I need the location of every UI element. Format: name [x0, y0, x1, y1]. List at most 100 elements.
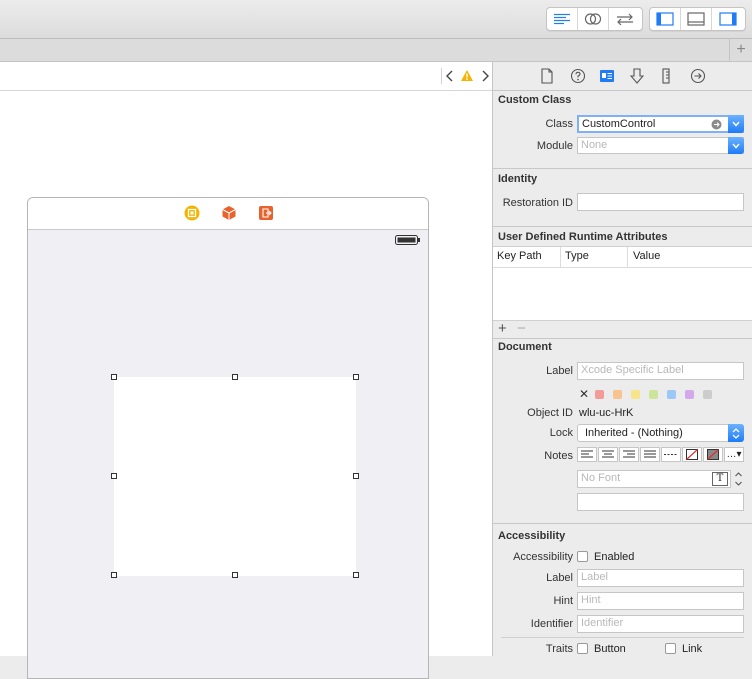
label-color-gray[interactable]: [703, 390, 712, 399]
no-color-button[interactable]: [682, 447, 702, 462]
identifier-field[interactable]: Identifier: [577, 615, 744, 633]
chevron-down-icon: [732, 121, 740, 127]
dashed-line-icon: [664, 454, 678, 455]
clear-label-color-button[interactable]: ✕: [579, 387, 589, 401]
label-color-purple[interactable]: [685, 390, 694, 399]
resize-handle-right[interactable]: [353, 473, 359, 479]
font-placeholder: No Font: [581, 472, 621, 484]
standard-editor-button[interactable]: [547, 8, 578, 30]
version-editor-button[interactable]: [609, 8, 640, 30]
align-left-button[interactable]: [577, 447, 597, 462]
up-down-stepper-icon: [735, 472, 742, 486]
section-separator: [493, 523, 752, 524]
accessibility-label-label: Label: [546, 572, 573, 584]
warning-button[interactable]: [460, 69, 474, 85]
exit-icon-button[interactable]: [258, 205, 274, 224]
resize-handle-left[interactable]: [111, 473, 117, 479]
custom-control-view[interactable]: [114, 377, 356, 576]
label-color-blue[interactable]: [667, 390, 676, 399]
accessibility-enabled-checkbox[interactable]: [577, 551, 588, 562]
module-combo-box[interactable]: None: [577, 137, 744, 154]
align-left-icon: [581, 450, 593, 458]
restoration-id-field[interactable]: [577, 193, 744, 211]
column-header-type[interactable]: Type: [565, 250, 589, 262]
document-label-field[interactable]: Xcode Specific Label: [577, 362, 744, 380]
trait-button-checkbox[interactable]: [577, 643, 588, 654]
assistant-editor-icon: [584, 13, 602, 25]
debug-area-toggle-button[interactable]: [681, 8, 712, 30]
add-tab-button[interactable]: +: [729, 39, 752, 61]
lock-popup-button[interactable]: Inherited - (Nothing): [577, 424, 744, 442]
storyboard-canvas[interactable]: [0, 91, 492, 679]
class-combo-box[interactable]: CustomControl: [577, 115, 744, 133]
resize-handle-bottom-right[interactable]: [353, 572, 359, 578]
view-controller-icon-button[interactable]: [184, 205, 200, 224]
remove-attribute-button[interactable]: −: [517, 320, 526, 337]
resize-handle-bottom-left[interactable]: [111, 572, 117, 578]
align-right-button[interactable]: [619, 447, 639, 462]
class-dropdown-button[interactable]: [728, 115, 744, 133]
document-section-title: Document: [498, 341, 552, 353]
next-issue-button[interactable]: [480, 69, 490, 86]
identifier-label: Identifier: [530, 618, 573, 630]
more-format-options-button[interactable]: …▾: [724, 447, 744, 462]
identity-inspector-tab[interactable]: [599, 68, 615, 87]
debug-panel-icon: [687, 12, 705, 26]
navigator-toggle-button[interactable]: [650, 8, 681, 30]
utilities-inspector: Custom Class Class CustomControl Module …: [493, 62, 752, 656]
hint-field[interactable]: Hint: [577, 592, 744, 610]
font-size-stepper[interactable]: [734, 471, 743, 490]
column-header-key-path[interactable]: Key Path: [497, 250, 542, 262]
view-controller-scene[interactable]: [27, 197, 429, 679]
utilities-toggle-button[interactable]: [712, 8, 743, 30]
label-color-red[interactable]: [595, 390, 604, 399]
resize-handle-top[interactable]: [232, 374, 238, 380]
notes-text-area[interactable]: [577, 493, 744, 511]
accessibility-label-placeholder: Label: [581, 571, 608, 583]
version-editor-icon: [616, 13, 633, 25]
resize-handle-top-left[interactable]: [111, 374, 117, 380]
document-label-placeholder: Xcode Specific Label: [581, 364, 684, 376]
document-label-label: Label: [546, 365, 573, 377]
connections-inspector-tab[interactable]: [690, 68, 706, 87]
size-inspector-tab[interactable]: [661, 68, 671, 87]
trait-link-checkbox[interactable]: [665, 643, 676, 654]
restoration-id-label: Restoration ID: [502, 197, 573, 209]
align-justify-icon: [644, 450, 656, 458]
label-color-green[interactable]: [649, 390, 658, 399]
align-center-button[interactable]: [598, 447, 618, 462]
file-inspector-tab[interactable]: [540, 68, 554, 87]
trait-link-label: Link: [682, 643, 703, 655]
no-color-icon: [686, 449, 698, 460]
question-mark-icon: [570, 68, 586, 84]
identifier-placeholder: Identifier: [581, 617, 624, 629]
section-separator: [493, 338, 752, 339]
previous-issue-button[interactable]: [445, 69, 455, 86]
first-responder-icon-button[interactable]: [221, 205, 237, 224]
dashed-line-button[interactable]: [661, 447, 681, 462]
traits-separator: [501, 637, 744, 638]
notes-label: Notes: [544, 450, 573, 462]
font-picker-icon[interactable]: T: [712, 472, 728, 486]
align-justify-button[interactable]: [640, 447, 660, 462]
assistant-editor-button[interactable]: [578, 8, 609, 30]
interface-builder-editor: [0, 62, 493, 679]
label-color-yellow[interactable]: [631, 390, 640, 399]
module-dropdown-button[interactable]: [728, 137, 744, 154]
add-attribute-button[interactable]: +: [498, 320, 507, 337]
label-color-orange[interactable]: [613, 390, 622, 399]
class-label: Class: [545, 118, 573, 130]
chevron-left-icon: [446, 70, 453, 82]
resize-handle-bottom[interactable]: [232, 572, 238, 578]
chevron-down-icon: [732, 143, 740, 149]
resize-handle-top-right[interactable]: [353, 374, 359, 380]
column-divider: [560, 247, 561, 267]
column-header-value[interactable]: Value: [633, 250, 660, 262]
notes-font-field[interactable]: No Font T: [577, 470, 731, 488]
no-background-button[interactable]: [703, 447, 723, 462]
runtime-attributes-table[interactable]: Key Path Type Value: [493, 246, 752, 321]
attributes-inspector-tab[interactable]: [629, 68, 645, 87]
navigate-arrow-icon[interactable]: [711, 119, 722, 130]
quick-help-inspector-tab[interactable]: [570, 68, 586, 87]
accessibility-label-field[interactable]: Label: [577, 569, 744, 587]
